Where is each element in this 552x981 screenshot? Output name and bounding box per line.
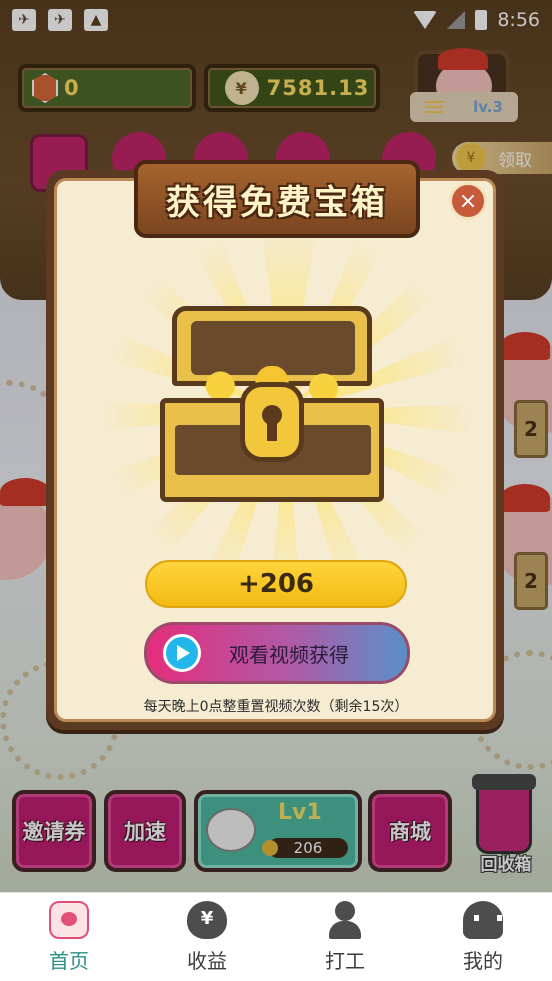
- treasure-chest-icon: [160, 306, 390, 506]
- reward-amount: +206: [145, 560, 407, 608]
- dialog-title: 获得免费宝箱: [134, 160, 420, 238]
- nav-earnings-label: 收益: [187, 948, 227, 973]
- keyhole-icon: [262, 405, 282, 441]
- play-icon: [163, 634, 201, 672]
- nav-work[interactable]: 打工: [276, 893, 414, 981]
- watch-video-label: 观看视频获得: [229, 642, 349, 667]
- bottom-navigation: 首页 收益 打工 我的: [0, 892, 552, 981]
- home-pig-icon: [49, 900, 89, 939]
- nav-home[interactable]: 首页: [0, 893, 138, 981]
- worker-icon: [325, 900, 365, 939]
- money-bag-icon: [187, 900, 227, 939]
- nav-work-label: 打工: [325, 948, 365, 973]
- nav-profile[interactable]: 我的: [414, 893, 552, 981]
- lock-icon: [240, 382, 304, 462]
- watch-video-button[interactable]: 观看视频获得: [144, 622, 410, 684]
- profile-icon: [463, 900, 503, 939]
- video-reset-note: 每天晚上0点整重置视频次数（剩余15次）: [143, 699, 409, 715]
- nav-profile-label: 我的: [463, 948, 503, 973]
- nav-home-label: 首页: [49, 948, 89, 973]
- nav-earnings[interactable]: 收益: [138, 893, 276, 981]
- close-icon[interactable]: ×: [449, 182, 487, 220]
